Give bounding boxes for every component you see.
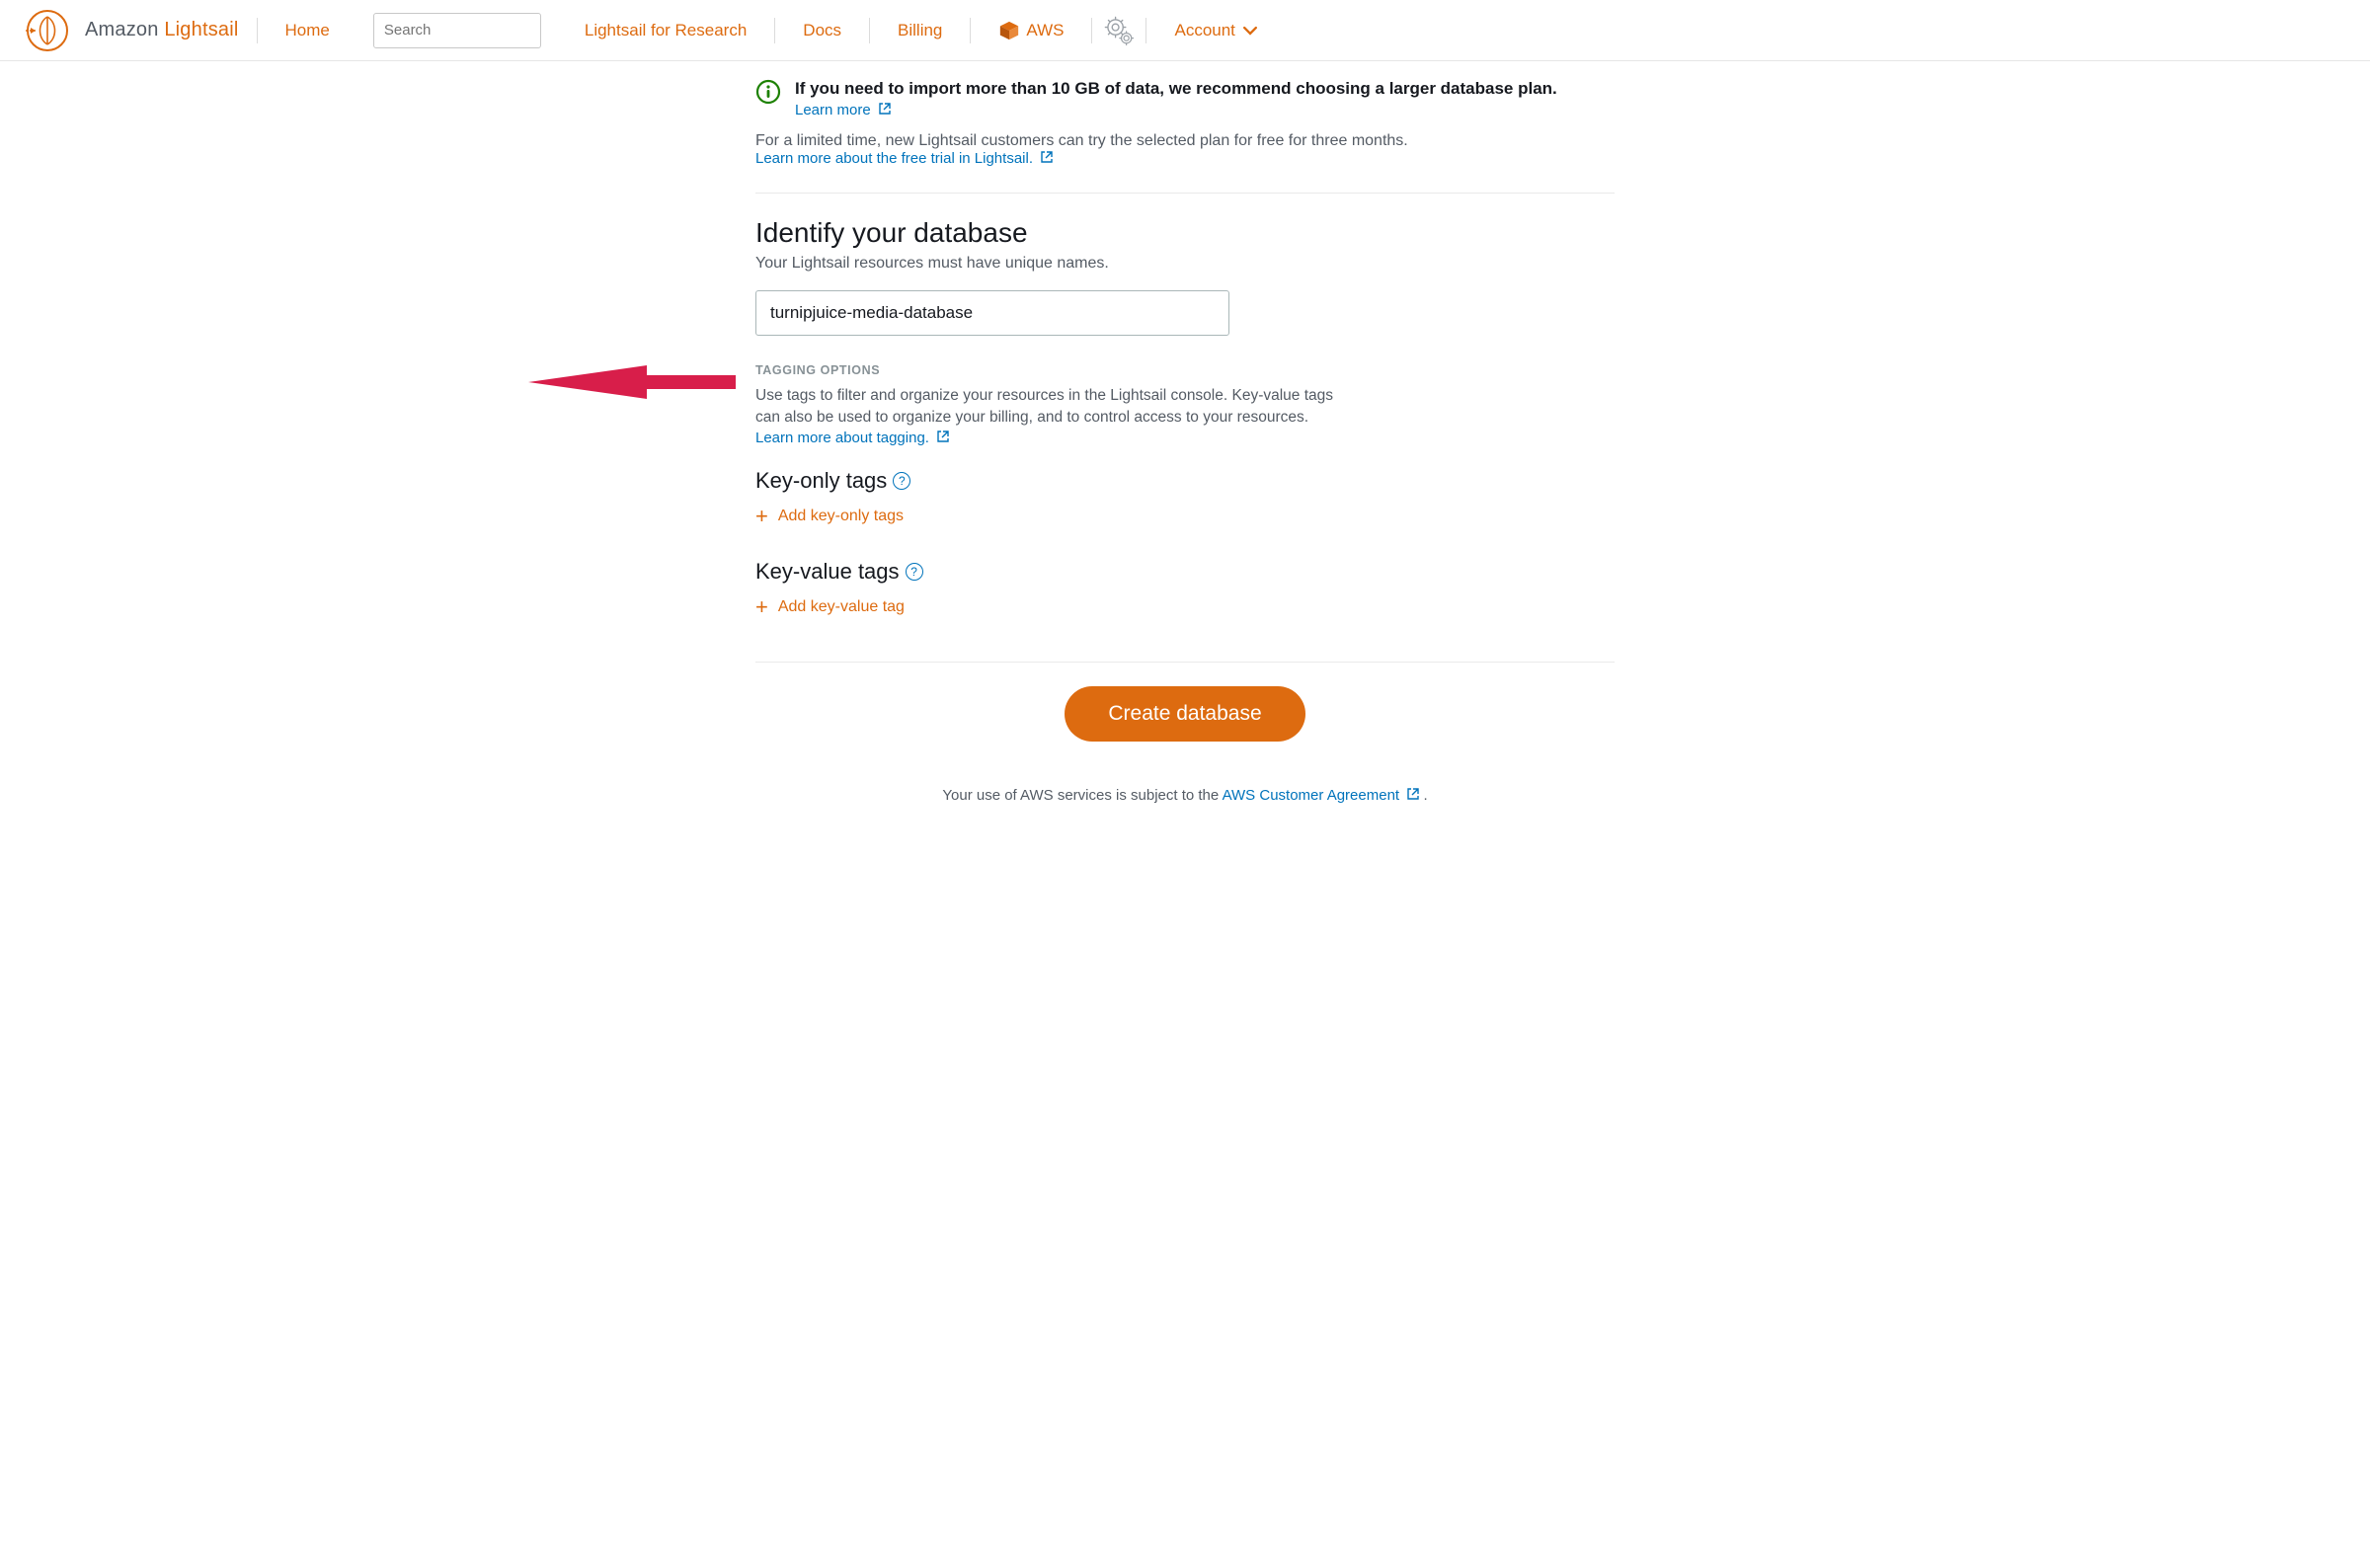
external-link-icon <box>1041 151 1053 163</box>
nav-account-label: Account <box>1174 21 1234 40</box>
key-only-tags-label: Key-only tags <box>755 468 887 494</box>
search-input[interactable] <box>384 22 581 39</box>
nav-billing[interactable]: Billing <box>880 21 960 40</box>
external-link-icon <box>879 103 891 115</box>
add-key-only-label: Add key-only tags <box>778 508 904 525</box>
annotation-arrow-icon <box>528 352 736 413</box>
key-only-tags-heading: Key-only tags ? <box>755 468 1615 494</box>
key-value-tags-heading: Key-value tags ? <box>755 559 1615 585</box>
brand-accent: Lightsail <box>164 19 238 40</box>
top-nav: Amazon Lightsail Home Lightsail for Rese… <box>0 0 2370 61</box>
settings-gear-icon[interactable] <box>1102 14 1136 47</box>
nav-account[interactable]: Account <box>1156 21 1268 40</box>
brand-prefix: Amazon <box>85 19 164 40</box>
nav-divider <box>1091 18 1092 43</box>
info-icon <box>755 79 781 105</box>
create-database-button[interactable]: Create database <box>1065 686 1304 742</box>
nav-home[interactable]: Home <box>268 21 348 40</box>
customer-agreement-link[interactable]: AWS Customer Agreement <box>1223 787 1424 804</box>
action-bar: Create database <box>755 686 1615 742</box>
nav-aws-label: AWS <box>1026 21 1064 40</box>
footer-prefix: Your use of AWS services is subject to t… <box>942 787 1222 804</box>
tagging-learn-more-link[interactable]: Learn more about tagging. <box>755 430 949 446</box>
help-icon[interactable]: ? <box>893 472 910 490</box>
external-link-icon <box>1407 788 1419 800</box>
section-divider <box>755 662 1615 663</box>
database-name-input[interactable] <box>755 290 1229 336</box>
nav-divider <box>869 18 870 43</box>
tagging-header: TAGGING OPTIONS <box>755 363 1615 377</box>
promo-learn-more-link[interactable]: Learn more about the free trial in Light… <box>755 150 1053 167</box>
footer-legal: Your use of AWS services is subject to t… <box>755 787 1615 804</box>
nav-docs[interactable]: Docs <box>785 21 859 40</box>
add-key-value-label: Add key-value tag <box>778 598 905 616</box>
promo-text: For a limited time, new Lightsail custom… <box>755 132 1615 150</box>
nav-aws[interactable]: AWS <box>981 20 1081 41</box>
section-divider <box>755 193 1615 194</box>
info-learn-more-label: Learn more <box>795 102 871 118</box>
plus-icon: + <box>755 596 768 618</box>
promo-link-label: Learn more about the free trial in Light… <box>755 150 1033 167</box>
identify-subtitle: Your Lightsail resources must have uniqu… <box>755 255 1615 273</box>
external-link-icon <box>937 431 949 442</box>
help-icon[interactable]: ? <box>906 563 923 581</box>
nav-divider <box>774 18 775 43</box>
chevron-down-icon <box>1243 24 1257 38</box>
info-title: If you need to import more than 10 GB of… <box>795 77 1557 102</box>
brand-text: Amazon Lightsail <box>85 19 239 41</box>
footer-agreement-label: AWS Customer Agreement <box>1223 787 1400 804</box>
info-callout: If you need to import more than 10 GB of… <box>755 77 1615 118</box>
aws-cube-icon <box>998 20 1020 41</box>
tagging-description: Use tags to filter and organize your res… <box>755 385 1348 430</box>
nav-divider <box>257 18 258 43</box>
plus-icon: + <box>755 506 768 527</box>
identify-title: Identify your database <box>755 217 1615 249</box>
add-key-value-tag-button[interactable]: + Add key-value tag <box>755 596 1615 618</box>
tagging-link-label: Learn more about tagging. <box>755 430 929 446</box>
footer-suffix: . <box>1423 787 1427 804</box>
brand-logo[interactable]: Amazon Lightsail <box>24 7 239 54</box>
info-learn-more-link[interactable]: Learn more <box>795 102 891 118</box>
lightsail-icon <box>24 7 71 54</box>
key-value-tags-label: Key-value tags <box>755 559 900 585</box>
nav-research[interactable]: Lightsail for Research <box>567 21 764 40</box>
add-key-only-tags-button[interactable]: + Add key-only tags <box>755 506 1615 527</box>
page-content: If you need to import more than 10 GB of… <box>755 61 1615 863</box>
search-box[interactable] <box>373 13 541 48</box>
nav-divider <box>970 18 971 43</box>
